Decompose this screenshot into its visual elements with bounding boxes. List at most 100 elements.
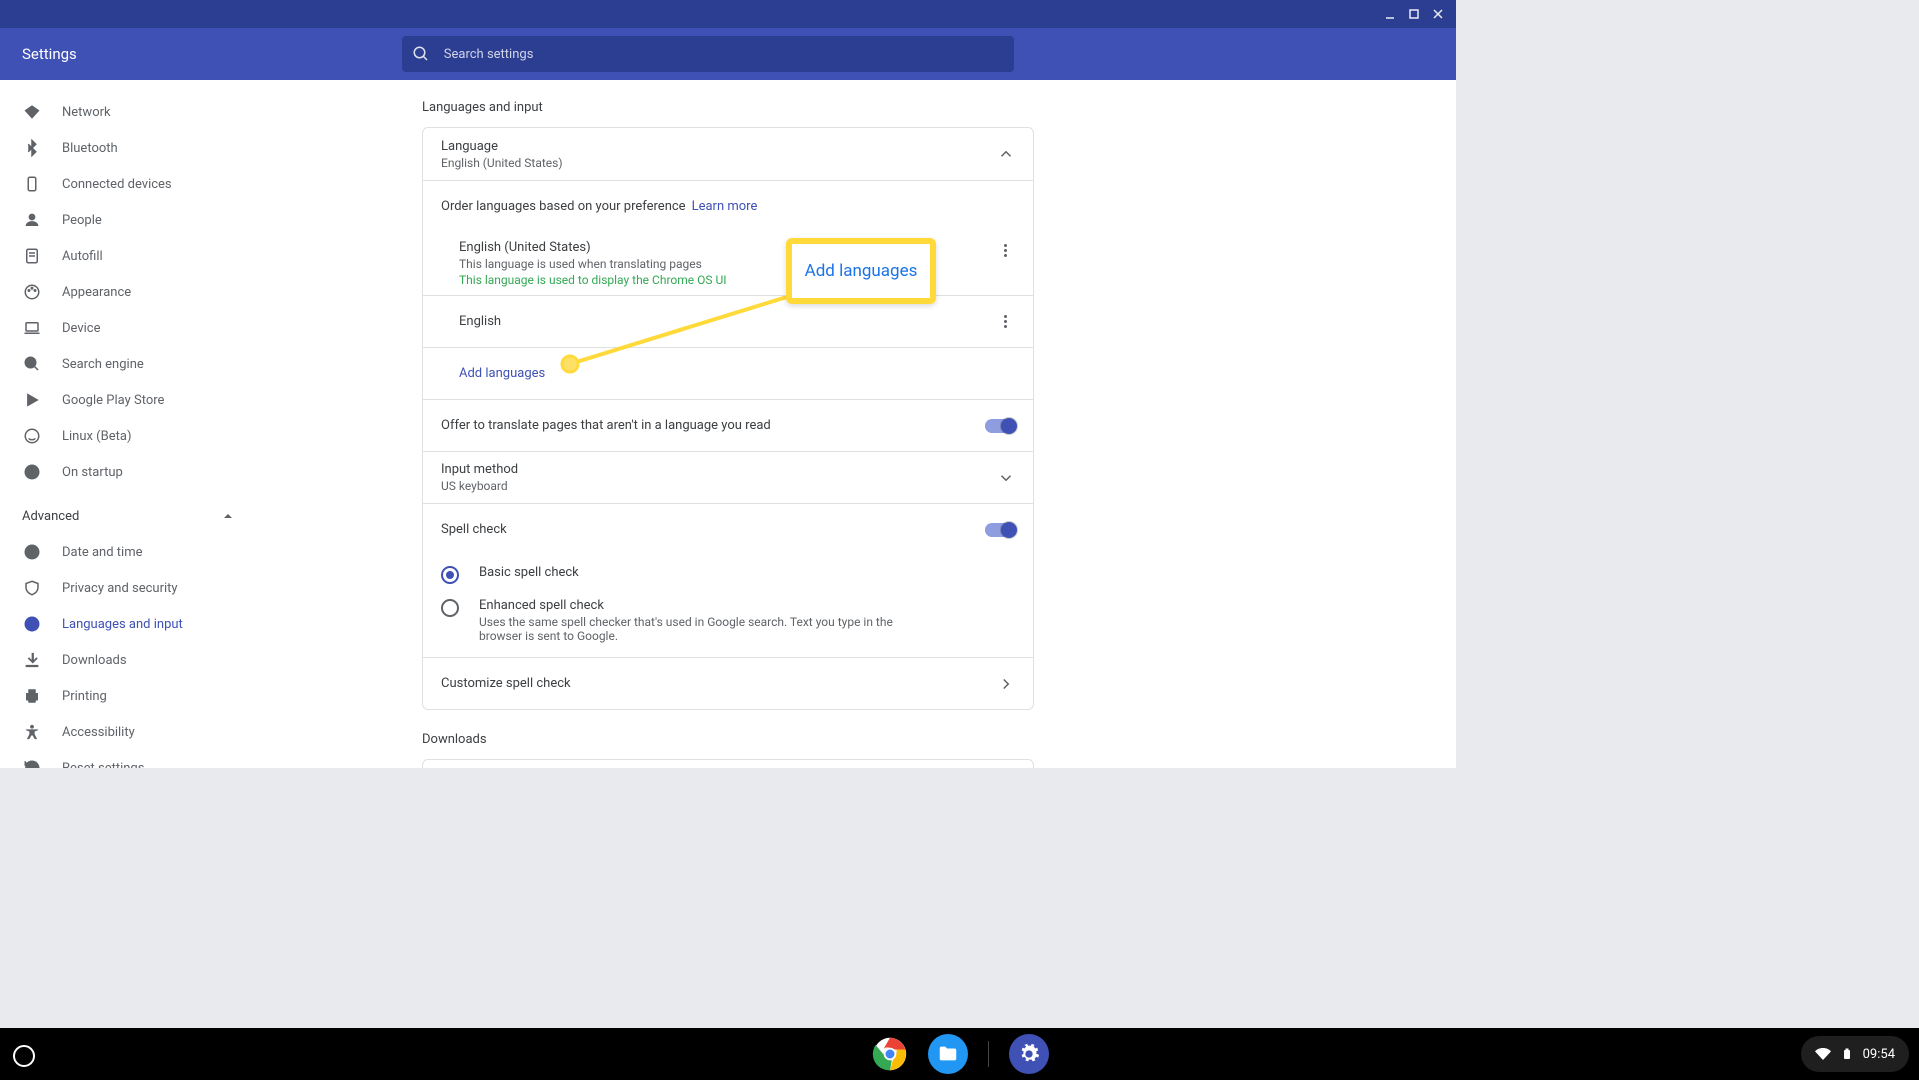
spell-check-heading: Spell check: [441, 522, 985, 537]
sidebar-item-label: Languages and input: [62, 617, 183, 632]
sidebar-item-printing[interactable]: Printing: [0, 678, 256, 714]
chevron-right-icon: [997, 675, 1015, 693]
palette-icon: [22, 282, 42, 302]
history-icon: [22, 758, 42, 768]
sidebar-item-autofill[interactable]: Autofill: [0, 238, 256, 274]
kebab-icon[interactable]: [995, 240, 1015, 260]
sidebar-item-play-store[interactable]: Google Play Store: [0, 382, 256, 418]
sidebar-item-label: Printing: [62, 689, 107, 704]
wifi-icon: [22, 102, 42, 122]
kebab-icon[interactable]: [995, 312, 1015, 332]
sidebar-item-reset[interactable]: Reset settings: [0, 750, 256, 768]
sidebar-item-label: Device: [62, 321, 101, 336]
input-method-current: US keyboard: [441, 479, 997, 493]
sidebar-item-label: Connected devices: [62, 177, 172, 192]
sidebar-item-label: Downloads: [62, 653, 127, 668]
minimize-icon[interactable]: [1378, 2, 1402, 26]
language-current: English (United States): [441, 156, 997, 170]
sidebar-item-privacy[interactable]: Privacy and security: [0, 570, 256, 606]
sidebar-item-label: Accessibility: [62, 725, 135, 740]
sidebar-item-label: Network: [62, 105, 111, 120]
add-languages-link[interactable]: Add languages: [459, 366, 545, 381]
launcher-button[interactable]: [4, 1036, 44, 1076]
linux-icon: [22, 426, 42, 446]
spell-check-row: Spell check: [423, 503, 1033, 555]
enhanced-spell-check-label: Enhanced spell check: [479, 598, 919, 613]
sidebar-item-device[interactable]: Device: [0, 310, 256, 346]
main-panel: Languages and input Language English (Un…: [256, 80, 1456, 768]
enhanced-spell-check-option[interactable]: Enhanced spell check Uses the same spell…: [423, 594, 1033, 657]
sidebar-item-label: Autofill: [62, 249, 103, 264]
chrome-app-icon[interactable]: [870, 1034, 910, 1074]
accessibility-icon: [22, 722, 42, 742]
callout-add-languages: Add languages: [786, 238, 936, 304]
files-app-icon[interactable]: [928, 1034, 968, 1074]
system-tray[interactable]: 09:54: [1801, 1036, 1909, 1072]
language-entry-english: English: [423, 295, 1033, 347]
sidebar-item-appearance[interactable]: Appearance: [0, 274, 256, 310]
radio-unchecked-icon[interactable]: [441, 599, 459, 617]
sidebar-item-label: Privacy and security: [62, 581, 178, 596]
globe-icon: [22, 614, 42, 634]
search-input[interactable]: [444, 47, 1004, 62]
app-header: Settings: [0, 28, 1456, 80]
sidebar-item-downloads[interactable]: Downloads: [0, 642, 256, 678]
sidebar-item-linux[interactable]: Linux (Beta): [0, 418, 256, 454]
customize-spell-check-label: Customize spell check: [441, 676, 997, 691]
order-preference-row: Order languages based on your preference…: [423, 180, 1033, 232]
radio-checked-icon[interactable]: [441, 566, 459, 584]
language-entry-en-us: English (United States) This language is…: [423, 232, 1033, 295]
callout-label: Add languages: [805, 261, 918, 281]
sidebar-item-label: Search engine: [62, 357, 144, 372]
laptop-icon: [22, 318, 42, 338]
chevron-up-icon: [997, 145, 1015, 163]
search-box[interactable]: [402, 36, 1014, 72]
shelf-separator: [988, 1041, 989, 1067]
settings-app-icon[interactable]: [1009, 1034, 1049, 1074]
learn-more-link[interactable]: Learn more: [692, 199, 758, 214]
sidebar-item-label: Appearance: [62, 285, 131, 300]
sidebar-item-network[interactable]: Network: [0, 94, 256, 130]
order-preference-label: Order languages based on your preference: [441, 199, 686, 214]
bluetooth-icon: [22, 138, 42, 158]
sidebar-item-connected-devices[interactable]: Connected devices: [0, 166, 256, 202]
basic-spell-check-option[interactable]: Basic spell check: [423, 555, 1033, 594]
language-header-row[interactable]: Language English (United States): [423, 128, 1033, 180]
language-card: Language English (United States) Order l…: [422, 127, 1034, 710]
sidebar-item-people[interactable]: People: [0, 202, 256, 238]
input-method-row[interactable]: Input method US keyboard: [423, 451, 1033, 503]
enhanced-spell-check-desc: Uses the same spell checker that's used …: [479, 615, 919, 643]
sidebar-item-label: Date and time: [62, 545, 143, 560]
offer-translate-toggle[interactable]: [985, 419, 1015, 433]
sidebar-item-bluetooth[interactable]: Bluetooth: [0, 130, 256, 166]
sidebar-item-date-time[interactable]: Date and time: [0, 534, 256, 570]
downloads-card: Location Change: [422, 759, 1034, 768]
sidebar-advanced-header[interactable]: Advanced: [0, 498, 256, 534]
clock-icon: [22, 542, 42, 562]
maximize-icon[interactable]: [1402, 2, 1426, 26]
sidebar-item-label: People: [62, 213, 102, 228]
sidebar-item-label: Google Play Store: [62, 393, 164, 408]
sidebar-item-on-startup[interactable]: On startup: [0, 454, 256, 490]
sidebar-item-label: On startup: [62, 465, 123, 480]
sidebar-item-search-engine[interactable]: Search engine: [0, 346, 256, 382]
input-method-heading: Input method: [441, 462, 997, 477]
printer-icon: [22, 686, 42, 706]
customize-spell-check-row[interactable]: Customize spell check: [423, 657, 1033, 709]
advanced-label: Advanced: [22, 509, 79, 524]
chevron-up-icon: [222, 510, 234, 522]
power-icon: [22, 462, 42, 482]
tray-time: 09:54: [1863, 1047, 1895, 1062]
sidebar-item-languages[interactable]: Languages and input: [0, 606, 256, 642]
offer-translate-label: Offer to translate pages that aren't in …: [441, 418, 985, 433]
window-titlebar: [0, 0, 1456, 28]
download-icon: [22, 650, 42, 670]
person-icon: [22, 210, 42, 230]
section-title: Languages and input: [422, 100, 1034, 115]
add-languages-row[interactable]: Add languages: [423, 347, 1033, 399]
close-icon[interactable]: [1426, 2, 1450, 26]
search-icon: [22, 354, 42, 374]
sidebar-item-accessibility[interactable]: Accessibility: [0, 714, 256, 750]
spell-check-toggle[interactable]: [985, 523, 1015, 537]
battery-icon: [1841, 1046, 1853, 1062]
